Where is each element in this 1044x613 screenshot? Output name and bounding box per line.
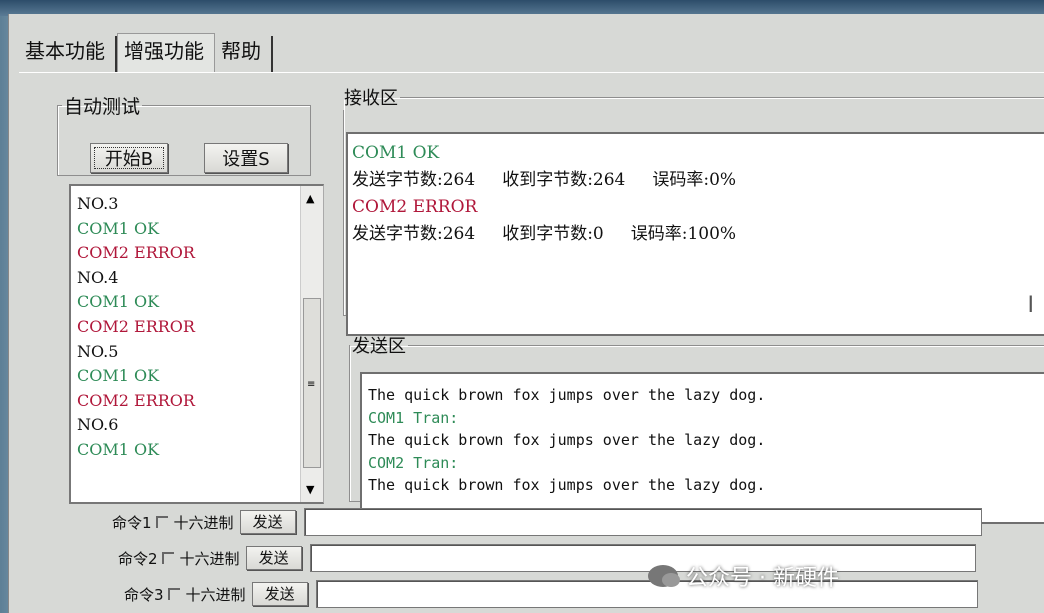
hex-checkbox[interactable]	[155, 516, 168, 528]
log-row: NO.5	[77, 341, 119, 361]
send-line: The quick brown fox jumps over the lazy …	[368, 386, 766, 404]
grip-icon: ≡	[307, 379, 316, 390]
log-row: COM2 ERROR	[77, 243, 195, 263]
auto-test-title: 自动测试	[64, 96, 141, 118]
command-label: 命令1	[112, 513, 152, 532]
test-log-list[interactable]: NO.3 COM1 OK COM2 ERROR NO.4 COM1 OK COM2 ERR…	[69, 184, 324, 504]
tab-divider	[19, 72, 1044, 73]
receive-lines: COM1 OK 发送字节数:264 收到字节数:264 误码率:0% COM2 ER…	[352, 140, 736, 248]
screen: 基本功能 增强功能 帮助 自动测试 开始B 设置S NO.3 COM1 OK COM…	[0, 0, 1044, 613]
log-row: COM1 OK	[77, 366, 160, 386]
receive-line: 发送字节数:264 收到字节数:264 误码率:0%	[352, 170, 737, 190]
send-line: COM1 Tran:	[368, 408, 459, 427]
watermark-text: 公众号 · 新硬件	[686, 566, 839, 591]
receive-line: COM1 OK	[352, 143, 440, 163]
send-group: 发送区 The quick brown fox jumps over the l…	[349, 332, 1044, 524]
receive-group: 接收区 COM1 OK 发送字节数:264 收到字节数:264 误码率:0% COM…	[343, 84, 1044, 336]
log-row: COM1 OK	[77, 218, 160, 238]
hex-label: 十六进制	[173, 513, 234, 532]
hex-label: 十六进制	[185, 585, 246, 604]
receive-textarea[interactable]: COM1 OK 发送字节数:264 收到字节数:264 误码率:0% COM2 ER…	[346, 132, 1044, 336]
command-input[interactable]	[309, 544, 976, 572]
command-label: 命令2	[118, 549, 158, 568]
command-input[interactable]	[315, 580, 978, 608]
log-row: COM1 OK	[77, 292, 160, 312]
command-input[interactable]	[303, 508, 982, 536]
text-cursor-icon: I	[1027, 293, 1035, 318]
receive-line: 发送字节数:264 收到字节数:0 误码率:100%	[352, 224, 737, 244]
watermark: 公众号 · 新硬件	[648, 560, 839, 592]
send-button[interactable]: 发送	[239, 510, 296, 534]
hex-checkbox[interactable]	[167, 588, 180, 600]
log-row: NO.3	[77, 194, 119, 213]
log-row: COM2 ERROR	[77, 390, 195, 410]
send-title: 发送区	[352, 336, 406, 357]
tab-enhanced[interactable]: 增强功能	[117, 33, 215, 72]
scroll-down-icon[interactable]: ▼	[306, 483, 314, 496]
command-label: 命令3	[124, 585, 164, 604]
command-row-1: 命令1 十六进制 发送	[112, 508, 982, 536]
send-button[interactable]: 发送	[245, 546, 302, 570]
send-line: COM2 Tran:	[368, 453, 459, 472]
hex-checkbox[interactable]	[161, 552, 174, 564]
auto-test-group: 自动测试 开始B 设置S	[57, 92, 311, 176]
tab-bar: 基本功能 增强功能 帮助	[19, 28, 273, 72]
scroll-thumb[interactable]: ≡	[303, 298, 321, 468]
setup-button[interactable]: 设置S	[204, 143, 288, 173]
scroll-up-icon[interactable]: ▲	[306, 192, 314, 205]
log-scrollbar[interactable]: ▲ ≡ ▼	[300, 186, 323, 502]
send-line: The quick brown fox jumps over the lazy …	[368, 476, 766, 495]
receive-title: 接收区	[344, 88, 398, 109]
tab-help[interactable]: 帮助	[215, 36, 273, 72]
hex-label: 十六进制	[179, 549, 240, 568]
send-button[interactable]: 发送	[251, 582, 308, 606]
tab-basic[interactable]: 基本功能	[19, 36, 117, 72]
start-button[interactable]: 开始B	[90, 143, 168, 173]
command-row-3: 命令3 十六进制 发送	[124, 580, 978, 608]
test-log-items: NO.3 COM1 OK COM2 ERROR NO.4 COM1 OK COM2 ERR…	[77, 192, 195, 463]
command-row-2: 命令2 十六进制 发送	[118, 544, 976, 572]
wechat-icon	[648, 565, 680, 587]
log-row: COM1 OK	[77, 439, 160, 459]
send-textarea[interactable]: The quick brown fox jumps over the lazy …	[360, 372, 1044, 524]
log-row: NO.6	[77, 415, 119, 435]
receive-line: COM2 ERROR	[352, 197, 478, 217]
send-lines: The quick brown fox jumps over the lazy …	[368, 384, 765, 497]
log-row: COM2 ERROR	[77, 316, 195, 336]
send-line: The quick brown fox jumps over the lazy …	[368, 431, 766, 450]
log-row: NO.4	[77, 267, 119, 287]
